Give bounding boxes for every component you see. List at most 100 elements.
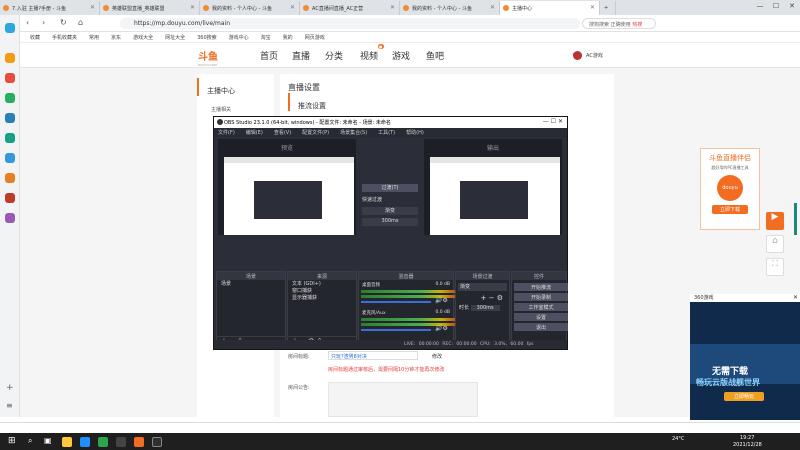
obs-window-controls[interactable]: — ☐ ✕ — [543, 118, 563, 125]
search-icon[interactable]: ⌕ — [28, 436, 32, 446]
bookmark-item[interactable]: 我的 — [283, 34, 293, 42]
play-icon[interactable]: ▶ — [766, 212, 784, 230]
settings-button[interactable]: 设置 — [514, 313, 568, 321]
task-view-icon[interactable]: ▣ — [44, 436, 52, 445]
transition-duration[interactable]: 300ms — [362, 218, 418, 226]
game-ad-popup[interactable]: 360游戏 ✕ 无需下载 畅玩云版战舰世界 立即畅玩 — [690, 294, 800, 420]
bookmark-item[interactable]: 游戏中心 — [229, 34, 249, 42]
edit-title-link[interactable]: 修改 — [432, 353, 442, 360]
close-icon[interactable]: ✕ — [784, 0, 800, 15]
side-menu-item[interactable]: 主播相关 — [197, 96, 274, 113]
obs-menu-item[interactable]: 场景集合(S) — [340, 129, 367, 137]
avatar[interactable] — [573, 51, 582, 60]
obs-menu-item[interactable]: 编辑(E) — [246, 129, 263, 137]
close-tab-icon[interactable]: ✕ — [590, 4, 595, 11]
transition-button[interactable]: 过渡(T) — [362, 184, 418, 192]
bookmark-item[interactable]: 收藏 — [30, 34, 40, 42]
bookmark-item[interactable]: 淘宝 — [261, 34, 271, 42]
browser-app-icon[interactable] — [98, 437, 108, 447]
file-explorer-icon[interactable] — [62, 437, 72, 447]
windows-start-icon[interactable]: ⊞ — [8, 436, 16, 446]
new-tab-button[interactable]: + — [600, 1, 616, 15]
browser-tab[interactable]: 英雄联盟直播_英雄联盟 ✕ — [100, 1, 200, 15]
clock-date[interactable]: 2021/12/28 — [733, 442, 762, 448]
bookmark-item[interactable]: 常用 — [89, 34, 99, 42]
close-tab-icon[interactable]: ✕ — [290, 4, 295, 11]
site-logo[interactable]: 斗鱼 DOUYU.COM — [198, 48, 218, 67]
speaker-icon[interactable]: 🔊⚙ — [435, 325, 448, 332]
nav-home[interactable]: 首页 — [260, 49, 278, 62]
bookmark-item[interactable]: 手机收藏夹 — [52, 34, 77, 42]
obs-menu-item[interactable]: 文件(F) — [218, 129, 235, 137]
transition-type-select[interactable]: 渐变 — [458, 283, 507, 291]
close-icon[interactable]: ✕ — [793, 294, 798, 301]
sidebar-app-icon[interactable] — [5, 153, 15, 163]
promo-download-button[interactable]: 立即下载 — [712, 205, 748, 214]
close-tab-icon[interactable]: ✕ — [390, 4, 395, 11]
search-input[interactable]: 搜狗搜索 正确使用 热搜 — [582, 18, 656, 29]
transition-select[interactable]: 渐变 — [362, 207, 418, 215]
obs-app-icon[interactable] — [152, 437, 162, 447]
sidebar-app-icon[interactable] — [5, 193, 15, 203]
duration-input[interactable]: 300ms — [470, 305, 500, 311]
room-title-input[interactable]: 只玩?渣男8对决 — [328, 351, 418, 360]
back-icon[interactable]: ‹ — [26, 18, 29, 27]
add-icon[interactable]: + — [6, 383, 14, 393]
transition-add-remove[interactable]: + − ⚙ — [456, 294, 509, 302]
home-icon[interactable]: ⌂ — [78, 18, 83, 27]
scene-item[interactable]: 场景 — [217, 280, 285, 287]
nav-video[interactable]: 视频 — [360, 49, 378, 62]
sidebar-app-icon[interactable] — [5, 53, 15, 63]
home-icon[interactable]: ⌂ — [766, 235, 784, 253]
refresh-icon[interactable]: ↻ — [60, 18, 67, 27]
edge-icon[interactable] — [80, 437, 90, 447]
source-item[interactable]: 窗口捕获 — [288, 287, 356, 294]
nav-category[interactable]: 分类 — [325, 49, 343, 62]
volume-slider[interactable] — [361, 329, 431, 331]
sidebar-app-icon[interactable] — [5, 113, 15, 123]
maximize-icon[interactable]: ☐ — [768, 0, 784, 15]
browser-tab-active[interactable]: 主播中心 ✕ — [500, 1, 600, 15]
browser-tab[interactable]: 我的资料 - 个人中心 - 斗鱼 ✕ — [200, 1, 300, 15]
screenshot-icon[interactable]: ⛶ — [766, 258, 784, 276]
bookmark-item[interactable]: 游戏大全 — [133, 34, 153, 42]
source-item[interactable]: 显示器捕获 — [288, 294, 356, 301]
minimize-icon[interactable]: — — [752, 0, 768, 15]
studio-mode-button[interactable]: 工作室模式 — [514, 303, 568, 311]
forward-icon[interactable]: › — [42, 18, 45, 27]
obs-menu-item[interactable]: 查看(V) — [274, 129, 291, 137]
bookmark-item[interactable]: 网址大全 — [165, 34, 185, 42]
bookmark-item[interactable]: 网页游戏 — [305, 34, 325, 42]
clock-time[interactable]: 19:27 — [740, 435, 754, 441]
start-recording-button[interactable]: 开始录制 — [514, 293, 568, 301]
room-notice-textarea[interactable] — [328, 382, 478, 417]
sidebar-app-icon[interactable] — [5, 23, 15, 33]
speaker-icon[interactable]: 🔊⚙ — [435, 297, 448, 304]
ad-play-button[interactable]: 立即畅玩 — [724, 392, 764, 401]
url-input[interactable]: https://mp.douyu.com/live/main — [120, 18, 580, 29]
browser-tab[interactable]: 7.入驻 主播?手册 - 斗鱼 ✕ — [0, 1, 100, 15]
obs-preview-pane[interactable]: 预览 — [218, 139, 356, 235]
app-icon[interactable] — [116, 437, 126, 447]
weather[interactable]: 24°C — [672, 436, 684, 442]
douyu-app-icon[interactable] — [134, 437, 144, 447]
obs-menu-item[interactable]: 工具(T) — [378, 129, 395, 137]
nav-games[interactable]: 游戏 — [392, 49, 410, 62]
sidebar-app-icon[interactable] — [5, 173, 15, 183]
nav-live[interactable]: 直播 — [292, 49, 310, 62]
sidebar-app-icon[interactable] — [5, 93, 15, 103]
scrollbar-thumb[interactable] — [794, 203, 797, 235]
sidebar-app-icon[interactable] — [5, 133, 15, 143]
obs-menu-item[interactable]: 帮助(H) — [406, 129, 424, 137]
close-tab-icon[interactable]: ✕ — [90, 4, 95, 11]
bookmark-item[interactable]: 360搜索 — [197, 34, 217, 42]
sidebar-app-icon[interactable] — [5, 73, 15, 83]
browser-tab[interactable]: AC直播间直播_AC正营 ✕ — [300, 1, 400, 15]
bookmark-item[interactable]: 京东 — [111, 34, 121, 42]
exit-button[interactable]: 退出 — [514, 323, 568, 331]
nav-fishbar[interactable]: 鱼吧 — [426, 49, 444, 62]
menu-icon[interactable]: ≡ — [6, 401, 13, 410]
close-tab-icon[interactable]: ✕ — [190, 4, 195, 11]
username[interactable]: AC游戏 — [586, 52, 603, 59]
obs-menu-item[interactable]: 配置文件(P) — [302, 129, 329, 137]
